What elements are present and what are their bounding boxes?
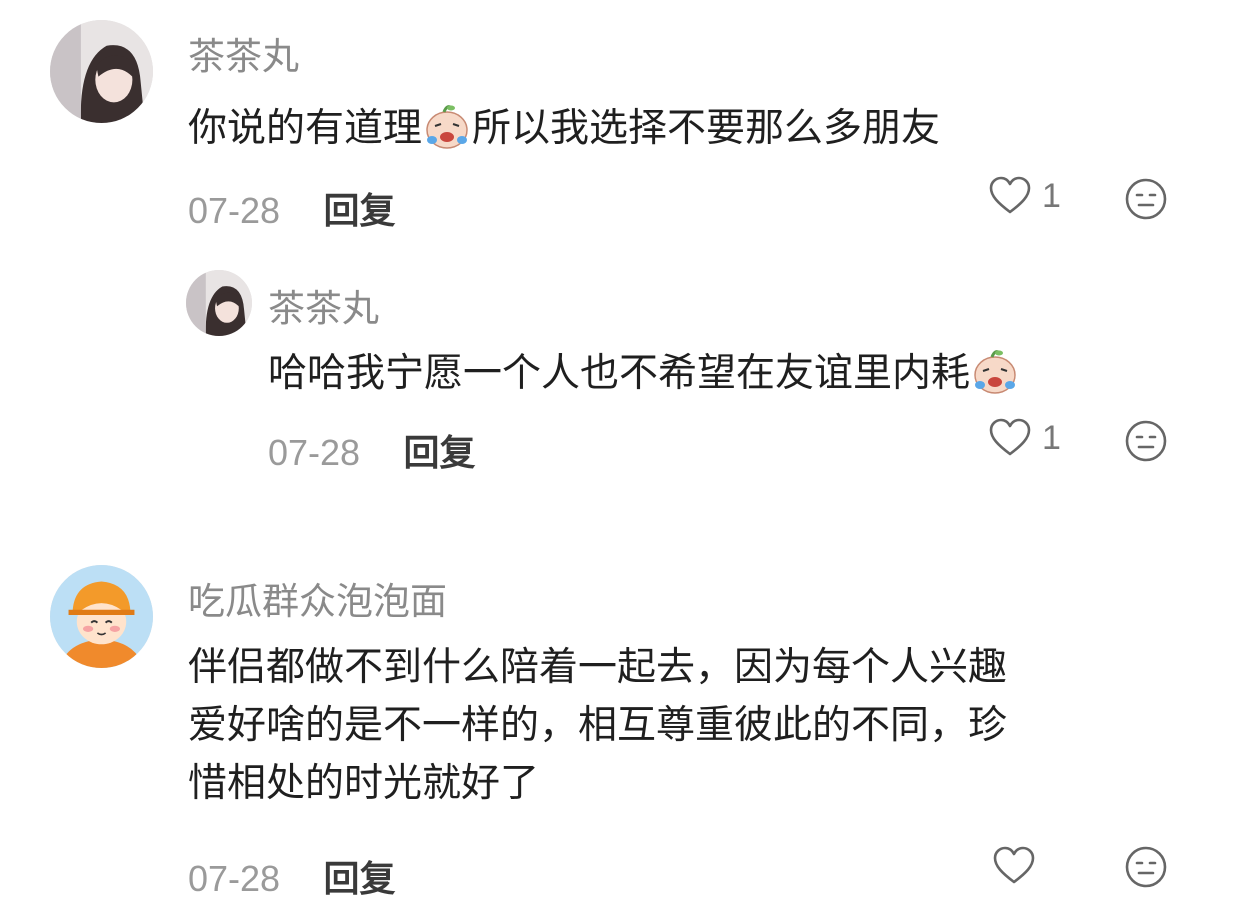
dislike-button[interactable] — [1124, 419, 1168, 463]
comment-text-line: 爱好啥的是不一样的，相互尊重彼此的不同，珍 — [188, 703, 1008, 748]
avatar[interactable] — [50, 20, 153, 123]
heart-outline-icon — [989, 418, 1031, 456]
neutral-face-icon — [1125, 846, 1167, 888]
comment-date: 07-28 — [188, 190, 281, 231]
username[interactable]: 茶茶丸 — [268, 278, 379, 332]
comment-text-line: 惜相处的时光就好了 — [188, 761, 540, 806]
dislike-button[interactable] — [1124, 177, 1168, 221]
dislike-button[interactable] — [1124, 845, 1168, 889]
user-avatar-image — [50, 20, 153, 123]
reply-button[interactable]: 回复 — [404, 433, 476, 474]
heart-outline-icon — [989, 176, 1031, 214]
reply-comment-item: 茶茶丸 哈哈我宁愿一个人也不希望在友谊里内耗 07-28 回复 1 — [0, 250, 1236, 500]
neutral-face-icon — [1125, 420, 1167, 462]
heart-outline-icon — [993, 846, 1035, 884]
crying-laughing-sticker-icon — [970, 347, 1020, 405]
comment-text: 伴侣都做不到什么陪着一起去，因为每个人兴趣 爱好啥的是不一样的，相互尊重彼此的不… — [188, 639, 1178, 813]
like-count: 1 — [1042, 176, 1061, 215]
crying-laughing-sticker-icon — [422, 102, 472, 160]
like-count: 1 — [1042, 418, 1061, 457]
comment-item: 吃瓜群众泡泡面 伴侣都做不到什么陪着一起去，因为每个人兴趣 爱好啥的是不一样的，… — [0, 545, 1236, 905]
like-button[interactable]: 1 — [988, 176, 1061, 216]
comment-item: 茶茶丸 你说的有道理 所以我选择不要那么多朋友 07-28 回复 1 — [0, 0, 1236, 250]
comment-text: 你说的有道理 所以我选择不要那么多朋友 — [188, 97, 940, 160]
avatar[interactable] — [186, 270, 252, 336]
like-button[interactable]: 1 — [988, 418, 1061, 458]
avatar[interactable] — [50, 565, 153, 668]
reply-button[interactable]: 回复 — [324, 859, 396, 900]
comment-meta: 07-28 回复 — [268, 424, 476, 476]
comment-date: 07-28 — [188, 858, 281, 899]
username[interactable]: 茶茶丸 — [188, 26, 299, 80]
user-avatar-image — [50, 565, 153, 668]
comment-text-part: 你说的有道理 — [188, 106, 423, 151]
like-button[interactable] — [992, 846, 1036, 886]
comment-text-line: 伴侣都做不到什么陪着一起去，因为每个人兴趣 — [188, 645, 1008, 690]
neutral-face-icon — [1125, 178, 1167, 220]
user-avatar-image — [186, 270, 252, 336]
reply-button[interactable]: 回复 — [324, 191, 396, 232]
comment-meta: 07-28 回复 — [188, 850, 396, 902]
username[interactable]: 吃瓜群众泡泡面 — [188, 571, 447, 625]
comment-text: 哈哈我宁愿一个人也不希望在友谊里内耗 — [268, 342, 1020, 405]
comment-meta: 07-28 回复 — [188, 182, 396, 234]
comment-text-part: 哈哈我宁愿一个人也不希望在友谊里内耗 — [268, 351, 971, 396]
comment-text-part: 所以我选择不要那么多朋友 — [472, 106, 941, 151]
comment-date: 07-28 — [268, 432, 361, 473]
